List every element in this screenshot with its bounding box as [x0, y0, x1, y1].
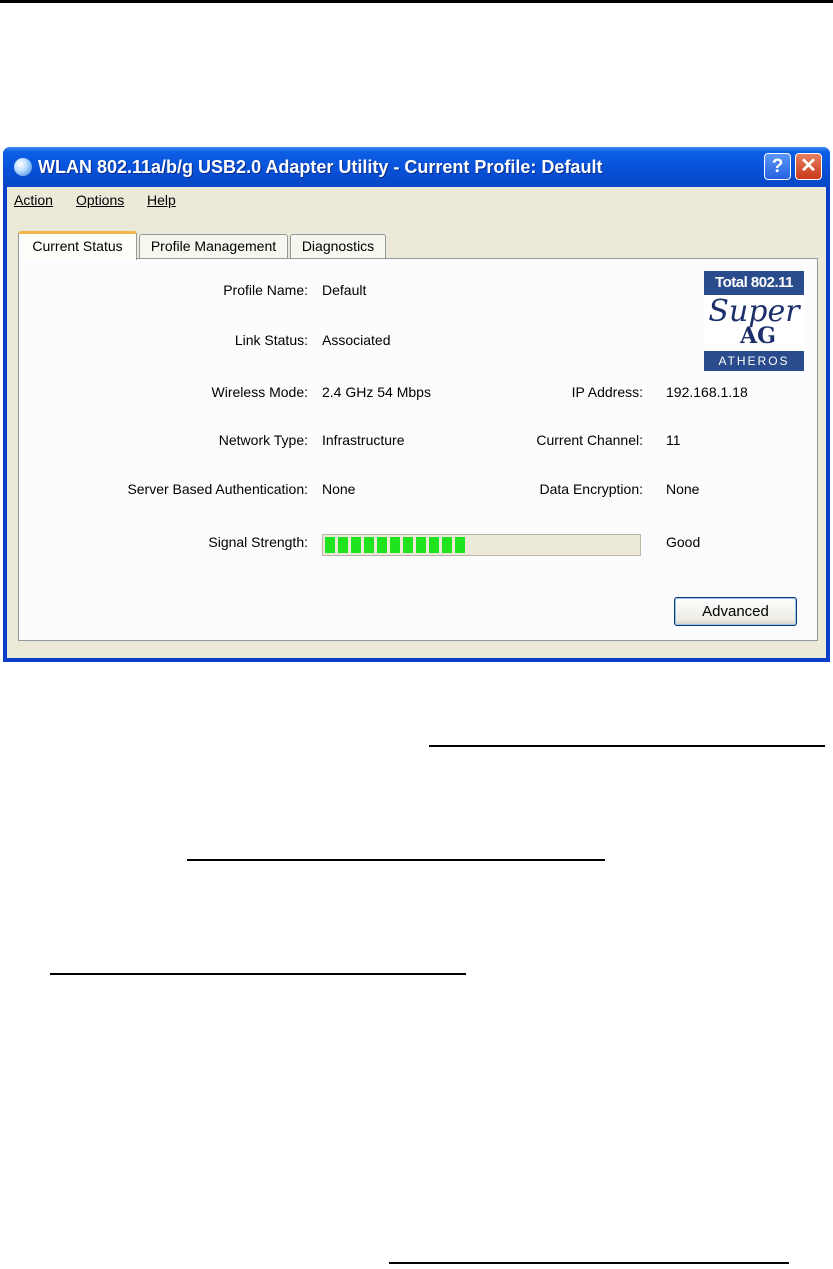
current-channel-value: 11: [666, 432, 681, 448]
menu-help[interactable]: Help: [147, 192, 176, 208]
data-encryption-label: Data Encryption:: [539, 481, 644, 497]
top-rule: [0, 0, 833, 3]
tab-diagnostics-label: Diagnostics: [301, 238, 375, 254]
logo-mark-text: AG: [740, 323, 776, 349]
current-channel-label: Current Channel:: [536, 432, 643, 448]
title-bar[interactable]: WLAN 802.11a/b/g USB2.0 Adapter Utility …: [3, 147, 830, 187]
network-type-label: Network Type:: [218, 432, 308, 448]
signal-segment: [338, 537, 348, 553]
server-auth-label: Server Based Authentication:: [127, 481, 308, 497]
menu-help-label: Help: [147, 192, 176, 208]
menu-options-label: Options: [76, 192, 125, 208]
data-encryption-value: None: [666, 481, 700, 497]
menu-bar: Action Options Help: [7, 187, 826, 211]
menu-action-label: Action: [14, 192, 53, 208]
network-type-value: Infrastructure: [322, 432, 405, 448]
close-button[interactable]: ✕: [795, 153, 822, 180]
signal-segment: [455, 537, 465, 553]
tab-current-status-label: Current Status: [32, 238, 123, 254]
server-auth-value: None: [322, 481, 356, 497]
tab-profile-management-label: Profile Management: [150, 238, 277, 254]
link-status-value: Associated: [322, 332, 391, 348]
document-underline-1: [429, 745, 825, 747]
signal-segment: [377, 537, 387, 553]
signal-segment: [416, 537, 426, 553]
wireless-mode-value: 2.4 GHz 54 Mbps: [322, 384, 431, 400]
menu-action[interactable]: Action: [14, 192, 53, 208]
adapter-utility-window: WLAN 802.11a/b/g USB2.0 Adapter Utility …: [3, 147, 830, 662]
document-underline-3: [50, 973, 466, 975]
signal-segment: [351, 537, 361, 553]
signal-segment: [442, 537, 452, 553]
document-underline-4: [389, 1262, 789, 1264]
signal-segment: [429, 537, 439, 553]
document-underline-2: [187, 859, 605, 861]
signal-segment: [390, 537, 400, 553]
window-client-area: Action Options Help Current Status Profi…: [7, 187, 826, 658]
menu-options[interactable]: Options: [76, 192, 124, 208]
tab-diagnostics[interactable]: Diagnostics: [290, 234, 386, 258]
signal-strength-bar: [322, 534, 641, 556]
link-status-label: Link Status:: [234, 332, 308, 348]
profile-name-value: Default: [322, 282, 367, 298]
signal-quality-value: Good: [666, 534, 701, 550]
logo-bottom-text: ATHEROS: [704, 351, 804, 371]
signal-segment: [325, 537, 335, 553]
wireless-app-icon: [14, 158, 32, 176]
help-button[interactable]: ?: [764, 153, 791, 180]
current-status-panel: Profile Name: Default Link Status: Assoc…: [18, 258, 818, 641]
atheros-super-ag-logo: Total 802.11 Super AG ATHEROS: [704, 271, 804, 371]
tab-current-status[interactable]: Current Status: [18, 231, 137, 260]
ip-address-value: 192.168.1.18: [666, 384, 748, 400]
ip-address-label: IP Address:: [571, 384, 643, 400]
signal-segment: [364, 537, 374, 553]
signal-segment: [403, 537, 413, 553]
wireless-mode-label: Wireless Mode:: [211, 384, 308, 400]
logo-top-text: Total 802.11: [704, 271, 804, 295]
signal-strength-fill: [325, 537, 465, 553]
profile-name-label: Profile Name:: [223, 282, 308, 298]
window-title: WLAN 802.11a/b/g USB2.0 Adapter Utility …: [38, 157, 603, 177]
signal-strength-label: Signal Strength:: [208, 534, 308, 550]
tab-profile-management[interactable]: Profile Management: [139, 234, 288, 258]
advanced-button[interactable]: Advanced: [674, 597, 797, 626]
